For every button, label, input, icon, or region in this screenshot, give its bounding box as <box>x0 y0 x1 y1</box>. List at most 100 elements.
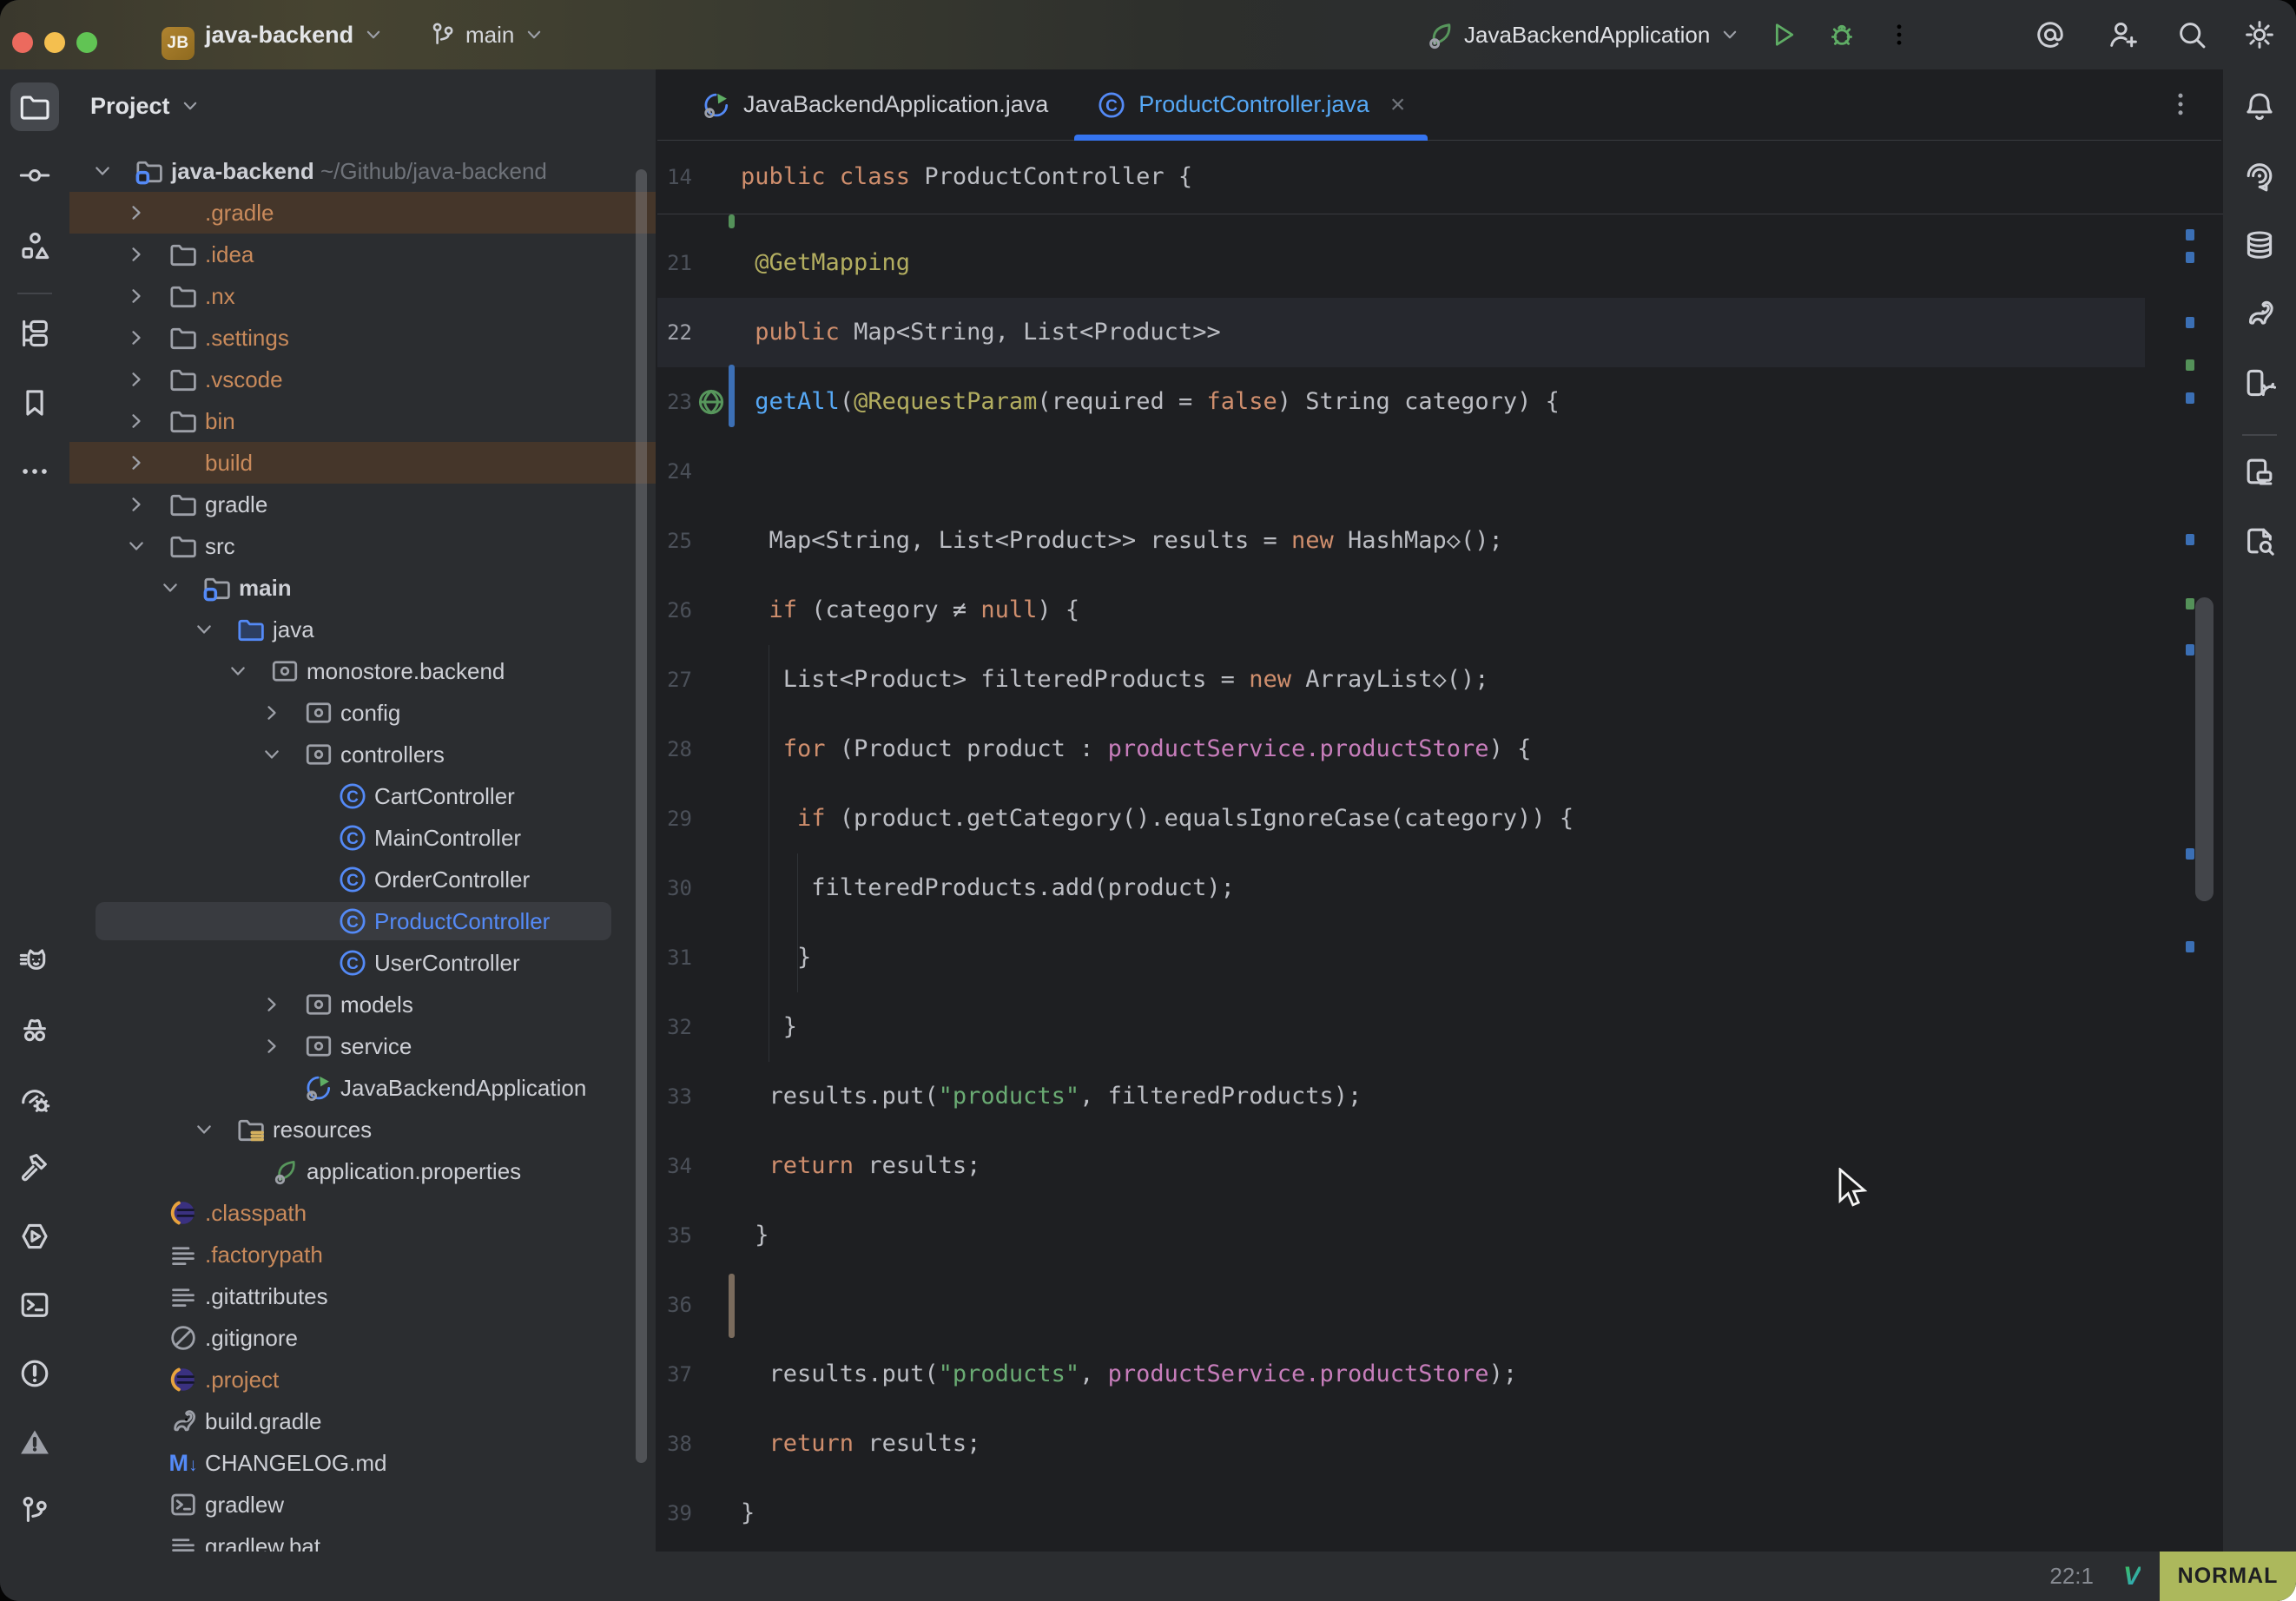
debug-button[interactable] <box>1826 19 1857 50</box>
tree-item--gitignore[interactable]: .gitignore <box>69 1317 656 1359</box>
tool-button-terminal[interactable] <box>10 1281 59 1329</box>
ai-assistant-button[interactable] <box>2035 19 2066 50</box>
tree-item--gitattributes[interactable]: .gitattributes <box>69 1275 656 1317</box>
tree-item-gradlew-bat[interactable]: gradlew.bat <box>69 1525 656 1552</box>
tree-item-monostore-backend[interactable]: monostore.backend <box>69 650 656 692</box>
code-line-24[interactable]: 24 <box>657 437 2145 506</box>
tool-button-problems[interactable] <box>10 1349 59 1398</box>
stripe-mark-added[interactable] <box>2186 598 2194 609</box>
code-line-34[interactable]: 34 return results; <box>657 1131 2145 1201</box>
tree-item--idea[interactable]: .idea <box>69 234 656 275</box>
tree-item-resources[interactable]: resources <box>69 1109 656 1150</box>
tool-button-ai-assistant[interactable] <box>2235 151 2284 200</box>
chevron-down-icon[interactable] <box>192 1117 216 1142</box>
ideavim-icon[interactable]: V <box>2123 1562 2141 1591</box>
code-line-39[interactable]: 39} <box>657 1479 2145 1548</box>
close-window-button[interactable] <box>12 32 33 53</box>
code-line-31[interactable]: 31 } <box>657 923 2145 992</box>
chevron-right-icon[interactable] <box>124 242 148 267</box>
run-configuration-select[interactable]: JavaBackendApplication <box>1424 0 1741 69</box>
chevron-right-icon[interactable] <box>260 1034 284 1058</box>
tool-button-ignore-detective[interactable] <box>10 1006 59 1055</box>
code-line-30[interactable]: 30 filteredProducts.add(product); <box>657 853 2145 923</box>
editor-scrollbar[interactable] <box>2195 597 2214 901</box>
tool-button-find-in-file[interactable] <box>2235 517 2284 565</box>
chevron-right-icon[interactable] <box>260 701 284 725</box>
chevron-right-icon[interactable] <box>124 284 148 308</box>
tree-item--project[interactable]: .project <box>69 1359 656 1400</box>
chevron-right-icon[interactable] <box>260 992 284 1017</box>
project-avatar[interactable]: JB <box>162 27 195 60</box>
tab-options-icon[interactable] <box>2166 89 2197 121</box>
stripe-mark-changed[interactable] <box>2186 941 2194 952</box>
close-tab-icon[interactable]: × <box>1390 90 1406 120</box>
tree-item-main[interactable]: main <box>69 567 656 609</box>
chevron-down-icon[interactable] <box>260 742 284 767</box>
chevron-down-icon[interactable] <box>158 576 182 600</box>
tool-button-build[interactable] <box>10 1143 59 1192</box>
stripe-mark-added[interactable] <box>2186 359 2194 371</box>
code-line[interactable]: public class ProductController { <box>741 141 1192 214</box>
more-run-actions-button[interactable] <box>1884 19 1915 50</box>
tree-item-controllers[interactable]: controllers <box>69 734 656 775</box>
chevron-down-icon[interactable] <box>192 617 216 642</box>
stripe-mark-changed[interactable] <box>2186 392 2194 404</box>
tool-button-running-devices[interactable] <box>2235 359 2284 407</box>
tree-item-application-properties[interactable]: application.properties <box>69 1150 656 1192</box>
tree-item--factorypath[interactable]: .factorypath <box>69 1234 656 1275</box>
tree-item-service[interactable]: service <box>69 1025 656 1067</box>
tree-item-maincontroller[interactable]: CMainController <box>69 817 656 859</box>
code-line-26[interactable]: 26 if (category ≠ null) { <box>657 576 2145 645</box>
tool-button-dependencies[interactable] <box>10 309 59 358</box>
tree-item-src[interactable]: src <box>69 525 656 567</box>
tree-item--classpath[interactable]: .classpath <box>69 1192 656 1234</box>
tree-item-usercontroller[interactable]: CUserController <box>69 942 656 984</box>
stripe-mark-changed[interactable] <box>2186 644 2194 656</box>
tool-button-services[interactable] <box>10 1212 59 1261</box>
chevron-right-icon[interactable] <box>124 367 148 392</box>
tool-button-warnings[interactable] <box>10 1418 59 1466</box>
rest-endpoint-globe-icon[interactable] <box>696 386 727 418</box>
tree-item-build[interactable]: build <box>69 442 656 484</box>
tool-button-version-control[interactable] <box>10 1486 59 1535</box>
branch-menu[interactable]: main <box>429 0 545 69</box>
vcs-change-marker-added[interactable] <box>729 214 735 228</box>
code-line-23[interactable]: 23 getAll(@RequestParam(required = false… <box>657 367 2145 437</box>
code-line-35[interactable]: 35 } <box>657 1201 2145 1270</box>
tool-button-commit[interactable] <box>10 151 59 200</box>
tree-item--gradle[interactable]: .gradle <box>69 192 656 234</box>
tool-button-structure[interactable] <box>10 221 59 270</box>
minimize-window-button[interactable] <box>44 32 65 53</box>
code-line-25[interactable]: 25 Map<String, List<Product>> results = … <box>657 506 2145 576</box>
tree-item-javabackendapplication[interactable]: JavaBackendApplication <box>69 1067 656 1109</box>
tool-button-project[interactable] <box>10 82 59 131</box>
code-line-32[interactable]: 32 } <box>657 992 2145 1062</box>
code-line-27[interactable]: 27 List<Product> filteredProducts = new … <box>657 645 2145 715</box>
chevron-down-icon[interactable] <box>124 534 148 558</box>
code-line-29[interactable]: 29 if (product.getCategory().equalsIgnor… <box>657 784 2145 853</box>
tool-button-copilot-cat[interactable] <box>10 938 59 986</box>
tree-item-build-gradle[interactable]: build.gradle <box>69 1400 656 1442</box>
tree-item--vscode[interactable]: .vscode <box>69 359 656 400</box>
chevron-down-icon[interactable] <box>90 159 115 183</box>
chevron-down-icon[interactable] <box>226 659 250 683</box>
tree-item-models[interactable]: models <box>69 984 656 1025</box>
caret-position-widget[interactable]: 22:1 <box>2049 1563 2094 1590</box>
tree-item-bin[interactable]: bin <box>69 400 656 442</box>
editor-tab-productcontroller-java[interactable]: CProductController.java× <box>1072 69 1429 140</box>
chevron-right-icon[interactable] <box>124 492 148 517</box>
stripe-mark-changed[interactable] <box>2186 534 2194 545</box>
chevron-right-icon[interactable] <box>124 451 148 475</box>
run-button[interactable] <box>1768 19 1799 50</box>
search-everywhere-button[interactable] <box>2176 19 2207 50</box>
tree-item--settings[interactable]: .settings <box>69 317 656 359</box>
stripe-mark-changed[interactable] <box>2186 848 2194 860</box>
tool-button-layout-panels[interactable] <box>2235 447 2284 496</box>
tool-button-gradle[interactable] <box>2235 289 2284 338</box>
code-line-36[interactable]: 36 <box>657 1270 2145 1340</box>
stripe-mark-changed[interactable] <box>2186 317 2194 328</box>
vcs-change-marker-changed[interactable] <box>729 365 735 427</box>
code-line-21[interactable]: 21 @GetMapping <box>657 228 2145 298</box>
project-menu[interactable]: java-backend <box>205 0 385 69</box>
code-line-38[interactable]: 38 return results; <box>657 1409 2145 1479</box>
